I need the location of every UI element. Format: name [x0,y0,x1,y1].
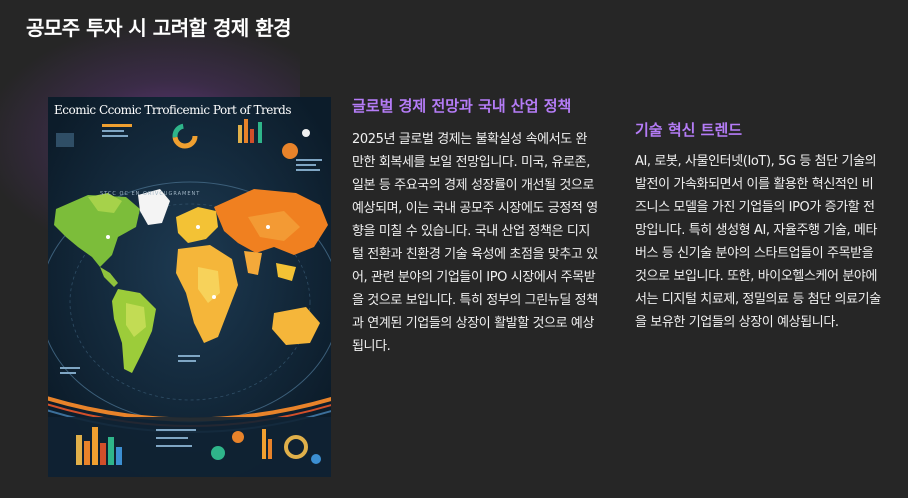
section-global-economy: 글로벌 경제 전망과 국내 산업 정책 2025년 글로벌 경제는 불확실성 속… [352,97,598,358]
section-body: 2025년 글로벌 경제는 불확실성 속에서도 완만한 회복세를 보일 전망입니… [352,132,598,354]
section-body: AI, 로봇, 사물인터넷(IoT), 5G 등 첨단 기술의 발전이 가속화되… [635,154,881,330]
infographic-subtitle: STCC OC EN ORIVCUGRAMENT [100,191,201,197]
infographic-image: Ecomic Ccomic Trroficemic Port of Trerds… [48,97,331,477]
page-title: 공모주 투자 시 고려할 경제 환경 [26,16,292,40]
world-map-graphic [48,97,331,477]
section-heading: 기술 혁신 트렌드 [635,121,743,139]
section-tech-innovation: 기술 혁신 트렌드 AI, 로봇, 사물인터넷(IoT), 5G 등 첨단 기술… [635,121,883,334]
section-heading: 글로벌 경제 전망과 국내 산업 정책 [352,97,572,115]
infographic-title: Ecomic Ccomic Trroficemic Port of Trerds [54,103,291,117]
